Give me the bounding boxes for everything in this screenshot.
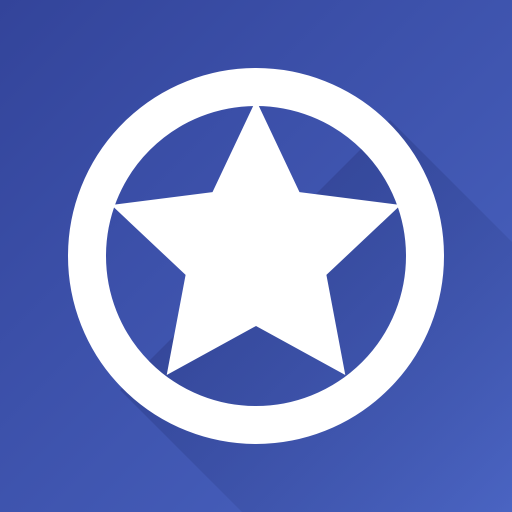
star-in-circle-icon bbox=[0, 0, 512, 512]
app-icon bbox=[0, 0, 512, 512]
